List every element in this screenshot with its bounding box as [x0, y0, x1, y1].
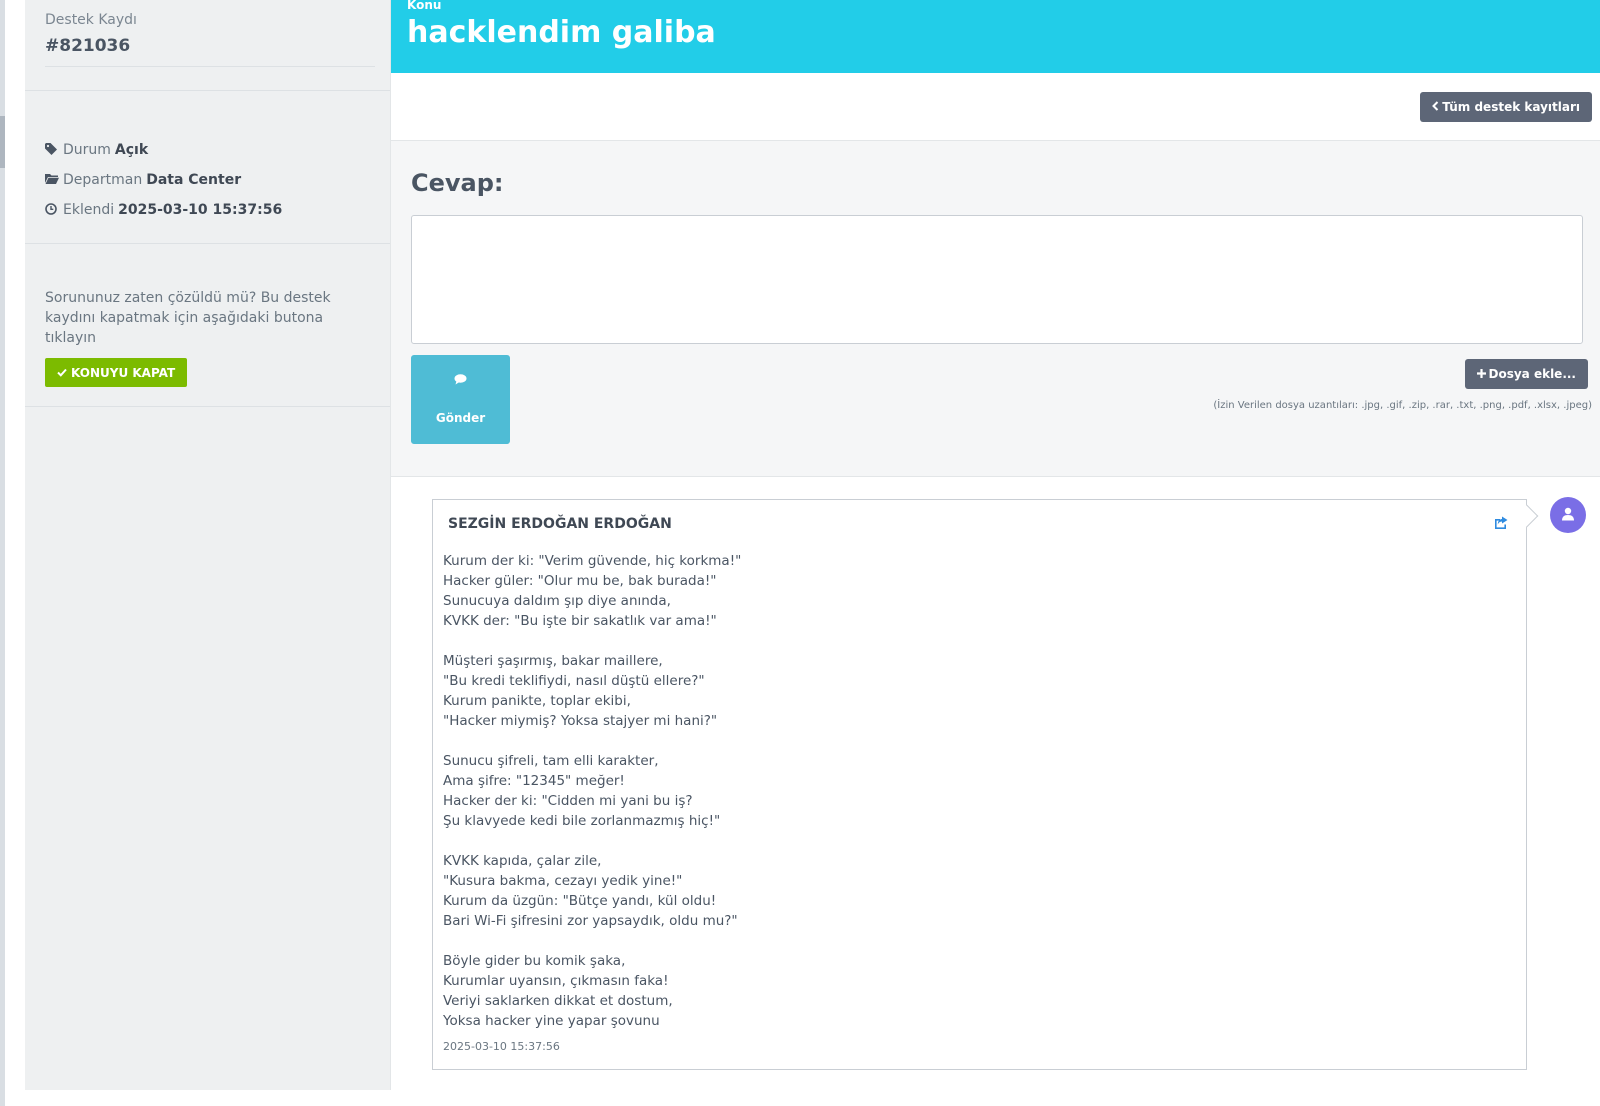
- message-line: Bari Wi-Fi şifresini zor yapsaydık, oldu…: [443, 913, 738, 929]
- message-paragraph: KVKK kapıda, çalar zile, "Kusura bakma, …: [443, 851, 741, 931]
- close-ticket-button[interactable]: KONUYU KAPAT: [45, 358, 188, 387]
- comment-icon: [454, 374, 467, 389]
- ticket-status: Durum Açık: [45, 135, 370, 165]
- all-tickets-label: Tüm destek kayıtları: [1442, 100, 1580, 114]
- added-value: 2025-03-10 15:37:56: [118, 202, 283, 218]
- ticket-info: Durum Açık Departman Data Center Eklendi…: [25, 91, 390, 244]
- message-pointer: [1515, 504, 1539, 528]
- ticket-header: Konu hacklendim galiba: [391, 0, 1600, 73]
- reply-section: Cevap: Gönder Dosya ekle... (İzin Verile…: [391, 141, 1600, 477]
- status-label: Durum: [63, 142, 111, 158]
- message-line: Ama şifre: "12345" meğer!: [443, 773, 625, 789]
- close-ticket-section: Sorununuz zaten çözüldü mü? Bu destek ka…: [25, 244, 390, 407]
- avatar: [1550, 497, 1586, 533]
- message-line: Hacker der ki: "Cidden mi yani bu iş?: [443, 793, 693, 809]
- clock-icon: [45, 202, 61, 218]
- message-line: Şu klavyede kedi bile zorlanmazmış hiç!": [443, 813, 721, 829]
- message-line: Müşteri şaşırmış, bakar maillere,: [443, 653, 663, 669]
- ticket-main: Konu hacklendim galiba Tüm destek kayıtl…: [391, 0, 1600, 1090]
- chevron-left-icon: [1432, 100, 1439, 114]
- message-paragraph: Müşteri şaşırmış, bakar maillere, "Bu kr…: [443, 651, 741, 731]
- folder-icon: [45, 173, 61, 187]
- user-icon: [1561, 506, 1575, 525]
- plus-icon: [1476, 367, 1486, 381]
- ticket-message: SEZGİN ERDOĞAN ERDOĞAN Kurum der ki: "Ve…: [432, 499, 1539, 1070]
- message-line: "Kusura bakma, cezayı yedik yine!": [443, 873, 683, 889]
- send-button[interactable]: Gönder: [411, 355, 510, 444]
- ticket-department: Departman Data Center: [45, 165, 370, 195]
- ticket-summary: Destek Kaydı #821036: [25, 0, 390, 91]
- message-line: Yoksa hacker yine yapar şovunu: [443, 1013, 660, 1029]
- close-ticket-text: Sorununuz zaten çözüldü mü? Bu destek ka…: [45, 290, 331, 346]
- subject-label: Konu: [407, 0, 442, 12]
- message-line: "Bu kredi teklifiydi, nasıl düştü ellere…: [443, 673, 705, 689]
- check-icon: [57, 366, 67, 380]
- close-ticket-label: KONUYU KAPAT: [71, 365, 176, 380]
- message-line: Sunucuya daldım şıp diye anında,: [443, 593, 671, 609]
- message-author: SEZGİN ERDOĞAN ERDOĞAN: [448, 516, 672, 532]
- ticket-toolbar: Tüm destek kayıtları: [391, 73, 1600, 141]
- ticket-added: Eklendi 2025-03-10 15:37:56: [45, 195, 370, 225]
- message-body: Kurum der ki: "Verim güvende, hiç korkma…: [443, 551, 741, 1051]
- ticket-sidebar: Destek Kaydı #821036 Durum Açık Departma…: [25, 0, 391, 1090]
- send-label: Gönder: [435, 411, 486, 425]
- message-line: Böyle gider bu komik şaka,: [443, 953, 626, 969]
- department-label: Departman: [63, 172, 143, 188]
- message-paragraph: Sunucu şifreli, tam elli karakter, Ama ş…: [443, 751, 741, 831]
- all-tickets-button[interactable]: Tüm destek kayıtları: [1420, 92, 1592, 122]
- message-line: KVKK kapıda, çalar zile,: [443, 853, 602, 869]
- message-line: Kurum panikte, toplar ekibi,: [443, 693, 631, 709]
- left-edge-marker: [0, 116, 5, 168]
- allowed-extensions-note: (İzin Verilen dosya uzantıları: .jpg, .g…: [1213, 400, 1592, 411]
- tag-icon: [45, 142, 61, 158]
- ticket-label: Destek Kaydı: [45, 12, 137, 28]
- ticket-subject: hacklendim galiba: [407, 15, 716, 50]
- message-line: Kurum da üzgün: "Bütçe yandı, kül oldu!: [443, 893, 717, 909]
- share-icon[interactable]: [1494, 516, 1510, 532]
- add-file-button[interactable]: Dosya ekle...: [1464, 359, 1588, 389]
- add-file-label: Dosya ekle...: [1488, 367, 1577, 381]
- message-line: "Hacker miymiş? Yoksa stajyer mi hani?": [443, 713, 718, 729]
- status-value: Açık: [114, 142, 149, 158]
- message-paragraph: Böyle gider bu komik şaka, Kurumlar uyan…: [443, 951, 741, 1031]
- added-label: Eklendi: [63, 202, 115, 218]
- message-line: Veriyi saklarken dikkat et dostum,: [443, 993, 673, 1009]
- reply-title: Cevap:: [411, 169, 504, 197]
- message-line: KVKK der: "Bu işte bir sakatlık var ama!…: [443, 613, 717, 629]
- department-value: Data Center: [146, 172, 242, 188]
- message-line: Kurumlar uyansın, çıkmasın faka!: [443, 973, 669, 989]
- message-line: Kurum der ki: "Verim güvende, hiç korkma…: [443, 553, 742, 569]
- message-line: Hacker güler: "Olur mu be, bak burada!": [443, 573, 717, 589]
- message-paragraph: Kurum der ki: "Verim güvende, hiç korkma…: [443, 551, 741, 631]
- message-date: 2025-03-10 15:37:56: [443, 1040, 560, 1053]
- reply-textarea[interactable]: [411, 215, 1583, 344]
- ticket-id: #821036: [45, 36, 375, 67]
- message-line: Sunucu şifreli, tam elli karakter,: [443, 753, 659, 769]
